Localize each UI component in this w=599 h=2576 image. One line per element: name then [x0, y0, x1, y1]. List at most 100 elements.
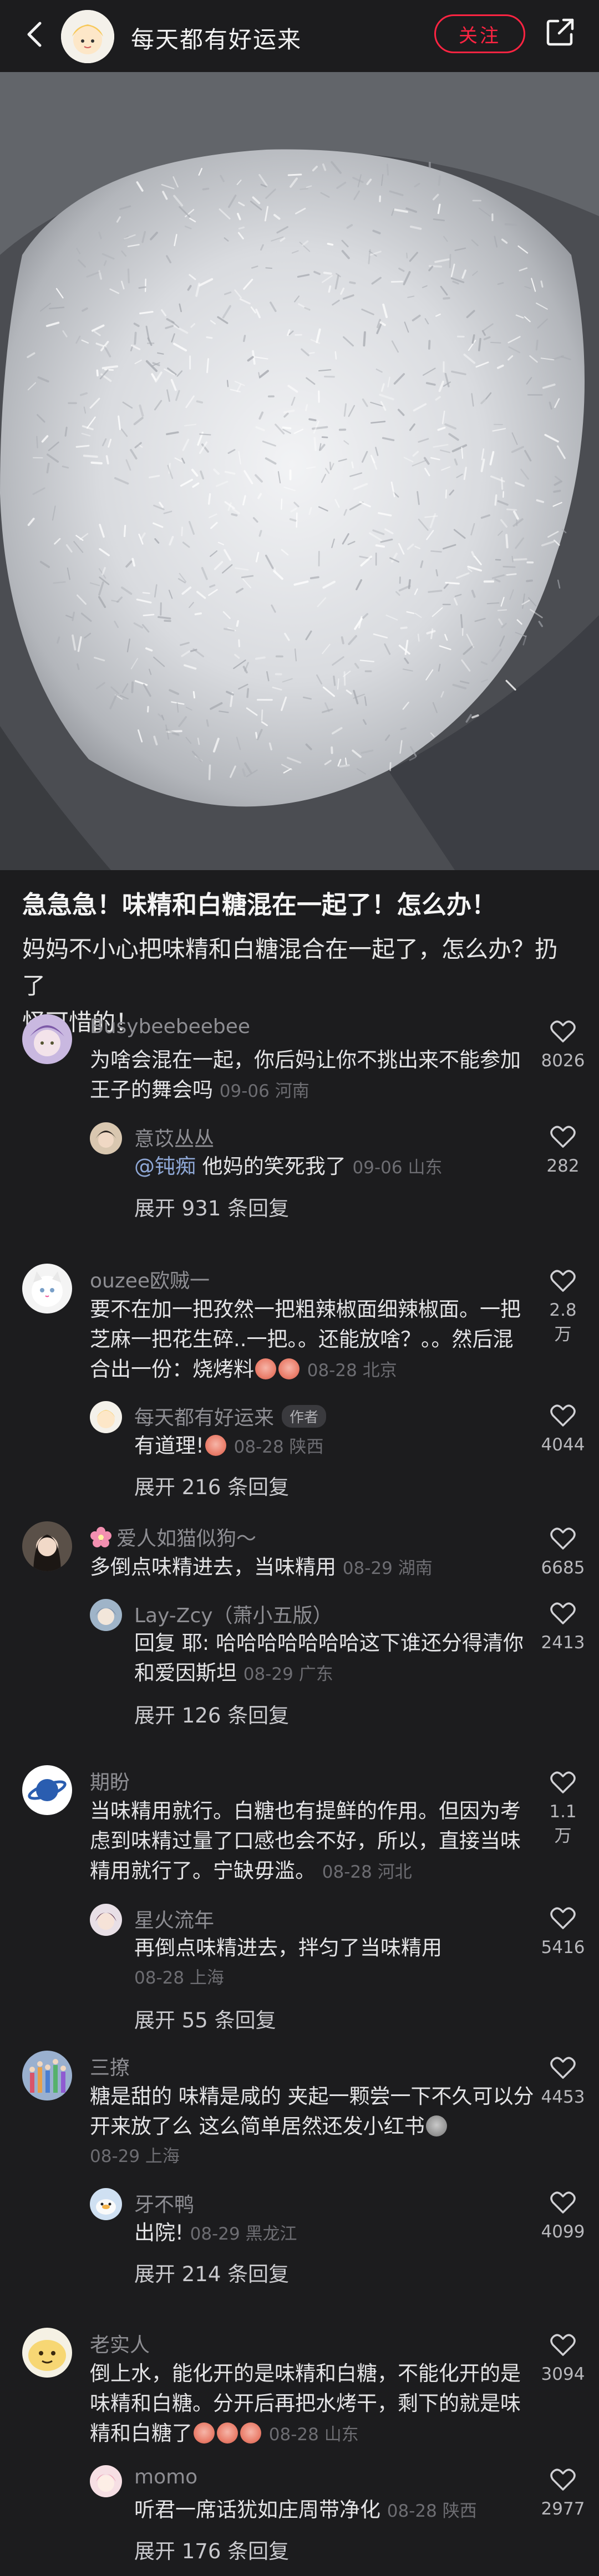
reply-username[interactable]: 牙不鸭 [134, 2189, 194, 2217]
avatar[interactable] [22, 1264, 72, 1313]
comment-line: 要不在加一把孜然一把粗辣椒面细辣椒面。一把 [90, 1297, 521, 1321]
avatar[interactable] [90, 1401, 122, 1433]
comment-meta: 09-06 河南 [219, 1081, 309, 1101]
like-button[interactable]: 2977 [541, 2468, 585, 2519]
avatar[interactable] [90, 2465, 122, 2497]
like-button[interactable]: 4044 [541, 1404, 585, 1455]
heart-icon [550, 1020, 576, 1042]
heart-icon [550, 1404, 576, 1427]
comment-line: 精和白糖了 08-28 山东 [90, 2419, 521, 2450]
like-button[interactable]: 4099 [541, 2191, 585, 2242]
comment-meta: 08-28 陕西 [233, 1437, 324, 1457]
like-count: 2977 [541, 2499, 585, 2519]
avatar[interactable] [90, 1904, 122, 1936]
heart-icon [550, 2191, 576, 2214]
like-button[interactable]: 282 [541, 1125, 585, 1176]
like-count: 4099 [541, 2222, 585, 2242]
comment-line-text: 开来放了么 这么简单居然还发小红书 [90, 2114, 425, 2138]
expand-replies-link[interactable]: 展开 176 条回复 [134, 2534, 289, 2564]
like-button[interactable]: 8026 [541, 1020, 585, 1071]
comment-username[interactable]: 三撩 [90, 2052, 130, 2081]
reply-line: 和爱因斯坦 08-29 广东 [134, 1658, 524, 1689]
heart-icon [550, 2334, 576, 2356]
reply-username[interactable]: Lay-Zcy（萧小五版） [134, 1599, 333, 1628]
pig-face-emoji-icon [240, 2422, 261, 2444]
avatar[interactable] [22, 2051, 72, 2100]
avatar[interactable] [90, 1122, 122, 1154]
comment-line: 倒上水，能化开的是味精和白糖，不能化开的是 [90, 2362, 521, 2385]
reply-text: @钝痴 他妈的笑死我了 09-06 山东 [134, 1152, 442, 1183]
mention-link[interactable]: @钝痴 [134, 1154, 196, 1178]
comment-text: 糖是甜的 味精是咸的 夹起一颗尝一下不久可以分 开来放了么 这么简单居然还发小红… [90, 2082, 534, 2171]
reply-username[interactable]: 每天都有好运来 作者 [134, 1402, 327, 1430]
comment-text: 当味精用就行。白糖也有提鲜的作用。但因为考 虑到味精过量了口感也会不好，所以，直… [90, 1796, 521, 1887]
like-button[interactable]: 6685 [541, 1527, 585, 1578]
comment-meta: 08-29 广东 [243, 1664, 333, 1684]
pig-face-emoji-icon [217, 2422, 238, 2444]
reply-text: 再倒点味精进去，拌匀了当味精用 08-28 上海 [134, 1933, 442, 1993]
post-image[interactable] [0, 72, 599, 870]
reply-username[interactable]: momo [134, 2466, 197, 2488]
comment-meta: 08-29 上海 [90, 2146, 180, 2166]
like-button[interactable]: 1.1万 [541, 1771, 585, 1847]
reply-text: 听君一席话犹如庄周带净化 08-28 陕西 [134, 2495, 477, 2526]
comment-username[interactable]: 期盼 [90, 1766, 130, 1795]
share-icon[interactable] [544, 16, 577, 49]
like-button[interactable]: 3094 [541, 2333, 585, 2384]
reply-body: 出院! [134, 2221, 184, 2245]
like-button[interactable]: 2.8万 [541, 1269, 585, 1345]
comment-meta: 08-28 河北 [322, 1862, 412, 1882]
reply-username-text: 每天都有好运来 [134, 1407, 275, 1429]
expand-replies-link[interactable]: 展开 214 条回复 [134, 2257, 289, 2287]
like-count: 1.1万 [549, 1802, 577, 1846]
comment-username-text: 爱人如猫似狗～ [116, 1527, 257, 1550]
comment-line: 味精和白糖。分开后再把水烤干，剩下的就是味 [90, 2391, 521, 2415]
author-name[interactable]: 每天都有好运来 [131, 21, 302, 55]
reply-text: 有道理! 08-28 陕西 [134, 1431, 324, 1462]
author-badge: 作者 [282, 1405, 327, 1428]
follow-button[interactable]: 关注 [434, 14, 525, 53]
back-chevron-icon[interactable] [19, 18, 52, 51]
comment-meta: 08-28 北京 [307, 1361, 397, 1381]
comment-line: 糖是甜的 味精是咸的 夹起一颗尝一下不久可以分 [90, 2084, 534, 2108]
comment-meta: 08-28 上海 [134, 1968, 224, 1988]
comment-username[interactable]: 爱人如猫似狗～ [90, 1522, 256, 1551]
comment-username[interactable]: Busybeebeebee [90, 1015, 250, 1038]
reply-username[interactable]: 意苡丛丛 [134, 1123, 214, 1152]
comment-text: 倒上水，能化开的是味精和白糖，不能化开的是 味精和白糖。分开后再把水烤干，剩下的… [90, 2359, 521, 2450]
author-avatar[interactable] [61, 10, 114, 63]
reply-text: 出院! 08-29 黑龙江 [134, 2218, 297, 2249]
like-button[interactable]: 4453 [541, 2056, 585, 2107]
reply-username[interactable]: 星火流年 [134, 1904, 214, 1933]
like-count: 3094 [541, 2364, 585, 2384]
comment-line: 虑到味精过量了口感也会不好，所以，直接当味 [90, 1829, 521, 1853]
like-button[interactable]: 2413 [541, 1602, 585, 1653]
expand-replies-link[interactable]: 展开 216 条回复 [134, 1470, 289, 1500]
reply-body: 他妈的笑死我了 [196, 1154, 346, 1178]
expand-replies-link[interactable]: 展开 126 条回复 [134, 1699, 289, 1729]
heart-icon [550, 1907, 576, 1929]
pig-face-emoji-icon [205, 1435, 226, 1456]
reply-body: 有道理! [134, 1434, 204, 1458]
flower-icon [90, 1527, 111, 1547]
comment-username[interactable]: 老实人 [90, 2329, 150, 2358]
comment-text: 要不在加一把孜然一把粗辣椒面细辣椒面。一把 芝麻一把花生碎..一把。。还能放啥？… [90, 1295, 521, 1386]
avatar[interactable] [22, 2328, 72, 2378]
expand-replies-link[interactable]: 展开 931 条回复 [134, 1192, 289, 1221]
heart-icon [550, 1527, 576, 1550]
heart-icon [550, 1771, 576, 1793]
comment-text: 多倒点味精进去，当味精用 08-29 湖南 [90, 1552, 433, 1583]
avatar[interactable] [22, 1521, 72, 1571]
avatar[interactable] [90, 2188, 122, 2220]
comment-username[interactable]: ouzee欧贼一 [90, 1265, 210, 1294]
comment-meta: 09-06 山东 [352, 1158, 443, 1178]
like-button[interactable]: 5416 [541, 1907, 585, 1957]
comment-line: 开来放了么 这么简单居然还发小红书 [90, 2112, 534, 2141]
reply-line: 再倒点味精进去，拌匀了当味精用 [134, 1936, 442, 1960]
comment-line: 当味精用就行。白糖也有提鲜的作用。但因为考 [90, 1799, 521, 1823]
heart-icon [550, 2057, 576, 2079]
avatar[interactable] [90, 1599, 122, 1631]
avatar[interactable] [22, 1014, 72, 1064]
avatar[interactable] [22, 1765, 72, 1815]
expand-replies-link[interactable]: 展开 55 条回复 [134, 2003, 276, 2033]
